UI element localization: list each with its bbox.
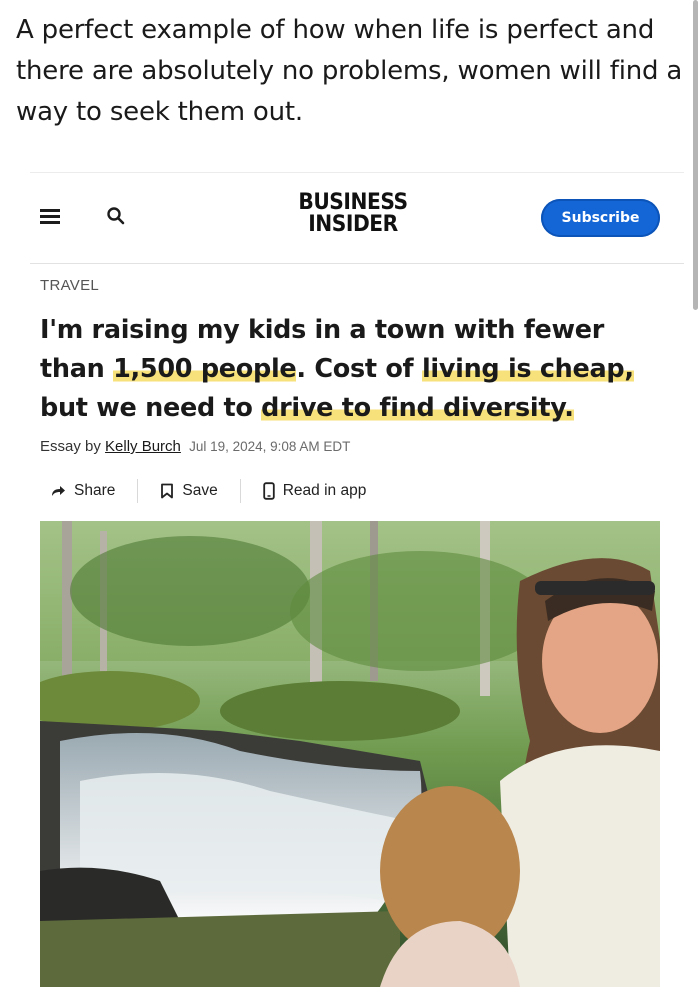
article-headline: I'm raising my kids in a town with fewer… xyxy=(40,311,670,428)
logo-line-2: INSIDER xyxy=(308,212,398,237)
read-in-app-button[interactable]: Read in app xyxy=(263,482,367,500)
logo-line-1: BUSINESS xyxy=(298,190,408,215)
share-label: Share xyxy=(74,482,116,499)
phone-icon xyxy=(263,482,275,500)
divider xyxy=(239,479,241,503)
bookmark-icon xyxy=(161,483,174,499)
share-button[interactable]: Share xyxy=(50,482,115,500)
read-in-app-label: Read in app xyxy=(282,482,367,499)
byline-prefix: Essay by xyxy=(40,438,101,455)
headline-highlight: living is cheap, xyxy=(421,354,634,384)
article-hero-photo xyxy=(40,521,660,987)
headline-text: . Cost of xyxy=(296,354,422,384)
divider xyxy=(137,479,139,503)
scrollbar[interactable] xyxy=(693,0,698,310)
hamburger-menu-icon[interactable] xyxy=(40,209,60,225)
author-link[interactable]: Kelly Burch xyxy=(105,438,181,455)
subscribe-button[interactable]: Subscribe xyxy=(541,199,660,237)
top-navbar: BUSINESS INSIDER Subscribe xyxy=(30,173,684,264)
publish-date: Jul 19, 2024, 9:08 AM EDT xyxy=(189,439,351,454)
headline-highlight: drive to find diversity. xyxy=(261,393,574,423)
byline: Essay by Kelly Burch Jul 19, 2024, 9:08 … xyxy=(40,438,350,455)
search-icon[interactable] xyxy=(106,206,126,226)
post-caption: A perfect example of how when life is pe… xyxy=(16,15,683,127)
headline-highlight: 1,500 people xyxy=(113,354,297,384)
business-insider-logo[interactable]: BUSINESS INSIDER xyxy=(284,192,422,236)
article-screenshot: BUSINESS INSIDER Subscribe TRAVEL I'm ra… xyxy=(30,172,684,992)
save-button[interactable]: Save xyxy=(160,482,218,500)
save-label: Save xyxy=(182,482,218,499)
share-arrow-icon xyxy=(52,486,65,496)
category-label[interactable]: TRAVEL xyxy=(40,277,99,294)
article-actions: Share Save Read in app xyxy=(50,479,367,503)
headline-text: but we need to xyxy=(40,393,262,423)
